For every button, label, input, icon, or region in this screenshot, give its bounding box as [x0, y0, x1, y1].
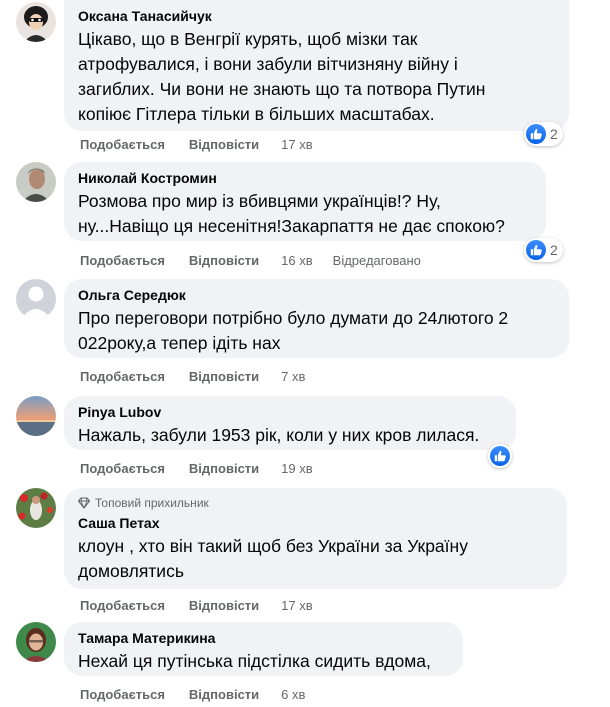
like-button[interactable]: Подобається: [80, 253, 165, 269]
flowers-field-avatar-icon: [16, 488, 56, 528]
comment-actions: Подобається Відповісти 6 хв: [80, 687, 325, 703]
comment-text-line: домовлятись: [78, 561, 184, 581]
avatar[interactable]: [16, 622, 56, 662]
like-button[interactable]: Подобається: [80, 461, 165, 477]
comment-time[interactable]: 17 хв: [281, 137, 312, 153]
comment-author[interactable]: Николай Костромин: [78, 169, 534, 187]
comment-time[interactable]: 19 хв: [281, 461, 312, 477]
comment-actions: Подобається Відповісти 17 хв: [80, 137, 333, 153]
reply-button[interactable]: Відповісти: [189, 369, 259, 385]
avatar[interactable]: [16, 162, 56, 202]
like-icon: [526, 124, 546, 144]
comment-text-line: Нехай ця путінська підстілка сидить вдом…: [78, 651, 431, 671]
reaction-count[interactable]: 2: [524, 238, 563, 262]
reply-button[interactable]: Відповісти: [189, 461, 259, 477]
edited-label[interactable]: Відредаговано: [333, 253, 421, 269]
comment-actions: Подобається Відповісти 19 хв: [80, 461, 333, 477]
comment-author[interactable]: Тамара Материкина: [78, 629, 451, 647]
comment-text: клоун , хто він такий щоб без України за…: [78, 534, 555, 584]
comment-text-line: атрофувалися, і вони забули вітчизняну в…: [78, 54, 458, 74]
like-icon: [490, 446, 510, 466]
sunset-sea-avatar-icon: [16, 396, 56, 436]
comment-text-line: Цікаво, що в Венгрії курять, щоб мізки т…: [78, 29, 418, 49]
like-button[interactable]: Подобається: [80, 369, 165, 385]
comment-text: Цікаво, що в Венгрії курять, щоб мізки т…: [78, 27, 557, 127]
reaction-number: 2: [550, 242, 558, 258]
comment-bubble: Топовий прихильник Саша Петах клоун , хт…: [64, 488, 567, 589]
comment-bubble: Тамара Материкина Нехай ця путінська під…: [64, 622, 463, 676]
comment-author[interactable]: Pinya Lubov: [78, 403, 504, 421]
comment-actions: Подобається Відповісти 17 хв: [80, 598, 333, 614]
comment-bubble: Pinya Lubov Нажаль, забули 1953 рік, кол…: [64, 396, 516, 450]
incredibles-avatar-icon: [16, 2, 56, 42]
avatar[interactable]: [16, 279, 56, 319]
like-button[interactable]: Подобається: [80, 687, 165, 703]
comment-text-line: ну...Навіщо ця несенітня!Закарпаття не д…: [78, 216, 505, 236]
comment-text-line: загиблих. Чи вони не знають що та потвор…: [78, 79, 486, 99]
like-button[interactable]: Подобається: [80, 598, 165, 614]
comment-author[interactable]: Саша Петах: [78, 514, 555, 532]
comment-time[interactable]: 7 хв: [281, 369, 305, 385]
comment-text-line: 022року,а тепер ідіть нах: [78, 333, 281, 353]
comment-text: Про переговори потрібно було думати до 2…: [78, 306, 557, 356]
comment-text-line: копіює Гітлера тільки в більших масштаба…: [78, 104, 435, 124]
man-portrait-avatar-icon: [16, 162, 56, 202]
comment-author[interactable]: Оксана Танасийчук: [78, 7, 557, 25]
comment-actions: Подобається Відповісти 7 хв: [80, 369, 325, 385]
top-fan-badge[interactable]: Топовий прихильник: [78, 495, 555, 511]
diamond-icon: [78, 497, 90, 509]
comment-text-line: Розмова про мир із вбивцями українців!? …: [78, 191, 441, 211]
comment-actions: Подобається Відповісти 16 хв Відредагова…: [80, 253, 421, 269]
comment-bubble: Ольга Середюк Про переговори потрібно бу…: [64, 279, 569, 358]
comment-text: Нехай ця путінська підстілка сидить вдом…: [78, 649, 451, 674]
reaction-count[interactable]: [488, 444, 512, 468]
avatar[interactable]: [16, 396, 56, 436]
avatar[interactable]: [16, 2, 56, 42]
reply-button[interactable]: Відповісти: [189, 253, 259, 269]
comment-text-line: Про переговори потрібно було думати до 2…: [78, 308, 509, 328]
badge-label: Топовий прихильник: [95, 496, 209, 510]
comment-time[interactable]: 17 хв: [281, 598, 312, 614]
reply-button[interactable]: Відповісти: [189, 598, 259, 614]
comment-bubble: Оксана Танасийчук Цікаво, що в Венгрії к…: [64, 0, 569, 131]
reaction-count[interactable]: 2: [524, 122, 563, 146]
default-profile-avatar-icon: [16, 279, 56, 319]
like-icon: [526, 240, 546, 260]
avatar[interactable]: [16, 488, 56, 528]
comment-author[interactable]: Ольга Середюк: [78, 286, 557, 304]
reply-button[interactable]: Відповісти: [189, 687, 259, 703]
comment-text-line: Нажаль, забули 1953 рік, коли у них кров…: [78, 425, 480, 445]
comment-text: Нажаль, забули 1953 рік, коли у них кров…: [78, 423, 504, 448]
reaction-number: 2: [550, 126, 558, 142]
comment-time[interactable]: 6 хв: [281, 687, 305, 703]
comment-bubble: Николай Костромин Розмова про мир із вби…: [64, 162, 546, 241]
comment-text-line: клоун , хто він такий щоб без України за…: [78, 536, 468, 556]
reply-button[interactable]: Відповісти: [189, 137, 259, 153]
woman-portrait-avatar-icon: [16, 622, 56, 662]
like-button[interactable]: Подобається: [80, 137, 165, 153]
comment-text: Розмова про мир із вбивцями українців!? …: [78, 189, 534, 239]
comment-time[interactable]: 16 хв: [281, 253, 312, 269]
